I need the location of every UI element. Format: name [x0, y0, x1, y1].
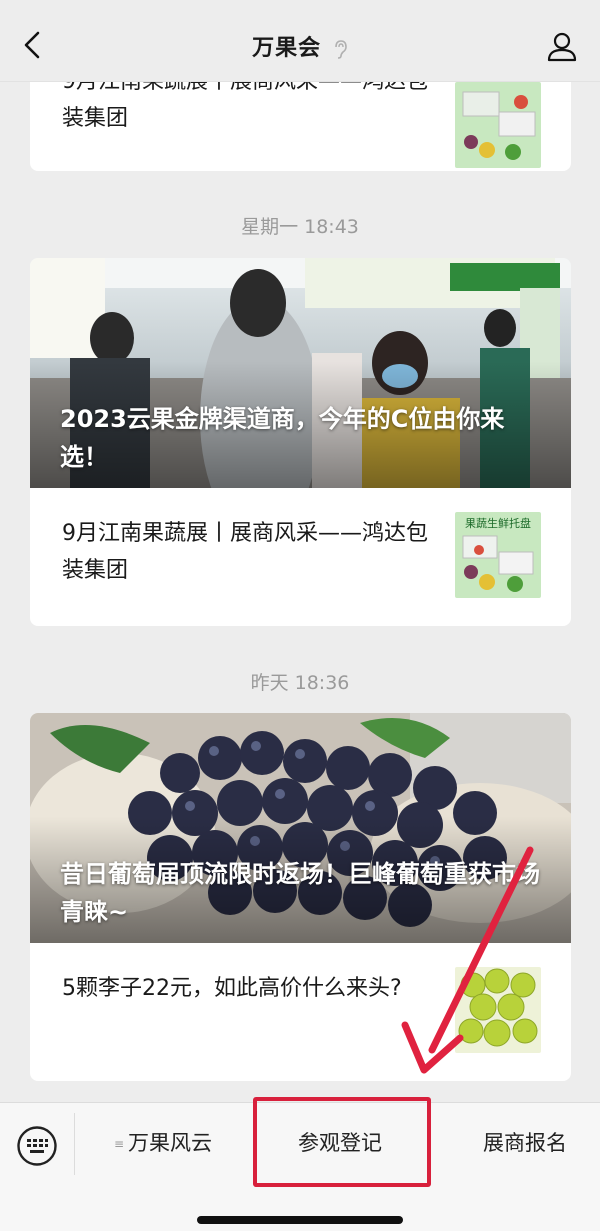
- article-card[interactable]: 昔日葡萄届顶流限时返场！巨峰葡萄重获市场青睐~ 5颗李子22元，如此高价什么来头…: [30, 713, 571, 1081]
- page-title: 万果会: [0, 30, 600, 62]
- timestamp: 昨天 18:36: [250, 672, 350, 694]
- menu-item-label: 展商报名: [483, 1131, 567, 1155]
- keyboard-icon[interactable]: [16, 1125, 58, 1167]
- article-title: 5颗李子22元，如此高价什么来头?: [62, 976, 402, 1001]
- user-icon[interactable]: [546, 30, 578, 62]
- article-title: 9月江南果蔬展丨展商风采——鸿达包装集团: [62, 521, 428, 583]
- article-thumbnail: 果蔬生鲜托盘: [455, 512, 541, 598]
- menu-item-wanguo-fengyun[interactable]: ≡ 万果风云: [98, 1127, 228, 1157]
- menu-divider: [74, 1113, 75, 1175]
- hero-title: 昔日葡萄届顶流限时返场！巨峰葡萄重获市场青睐~: [60, 860, 540, 926]
- article-row[interactable]: 5颗李子22元，如此高价什么来头?: [30, 943, 571, 1081]
- article-card[interactable]: 2023云果金牌渠道商，今年的C位由你来选！ 9月江南果蔬展丨展商风采——鸿达包…: [30, 258, 571, 626]
- hero-article[interactable]: 昔日葡萄届顶流限时返场！巨峰葡萄重获市场青睐~: [30, 713, 571, 943]
- menu-item-label: 万果风云: [128, 1131, 213, 1155]
- submenu-icon: ≡: [113, 1137, 125, 1151]
- highlight-box: [253, 1097, 431, 1187]
- hero-article[interactable]: 2023云果金牌渠道商，今年的C位由你来选！: [30, 258, 571, 488]
- hero-title: 2023云果金牌渠道商，今年的C位由你来选！: [60, 405, 505, 471]
- message-feed[interactable]: 9月江南果蔬展丨展商风采——鸿达包装集团 星期一 18:43: [0, 0, 600, 1100]
- ear-icon: [335, 40, 347, 59]
- article-row[interactable]: 9月江南果蔬展丨展商风采——鸿达包装集团 果蔬生鲜托盘: [30, 488, 571, 626]
- home-indicator: [197, 1216, 403, 1224]
- article-thumbnail: [455, 967, 541, 1053]
- thumb-caption: 果蔬生鲜托盘: [465, 516, 531, 530]
- timestamp: 星期一 18:43: [241, 216, 359, 238]
- article-thumbnail: [455, 82, 541, 168]
- top-nav-bar: 万果会: [0, 0, 600, 82]
- menu-item-exhibitor-signup[interactable]: 展商报名: [450, 1127, 600, 1157]
- page-title-text: 万果会: [252, 36, 322, 61]
